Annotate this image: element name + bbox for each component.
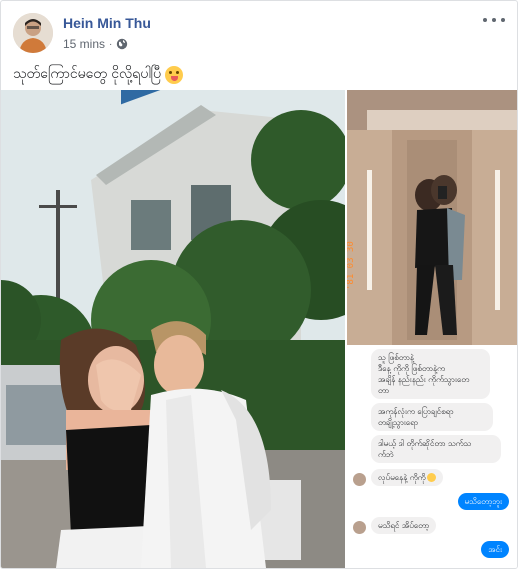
smile-emoji bbox=[427, 473, 437, 482]
post-meta: 15 mins · bbox=[63, 37, 128, 51]
meta-separator: · bbox=[109, 38, 113, 50]
post-text: သုတ်ကြောင်မတွေ ငိုလို့ရပါပြီ bbox=[13, 66, 161, 82]
chat-screenshot: သူ ဖြစ်တာနဲ့ ဒီနေ့ ကိုကို ဖြစ်တာနဲ့က အချ… bbox=[347, 347, 517, 568]
globe-icon[interactable] bbox=[116, 38, 128, 50]
chat-bubble-outgoing: မသိတော့ဘူး bbox=[457, 493, 509, 510]
svg-text:'81 03 30: '81 03 30 bbox=[347, 241, 356, 290]
chat-bubble: အကုန်လုံးက ပြောချင်စရာ တချို့သွားရော bbox=[371, 403, 493, 431]
post-message: သုတ်ကြောင်မတွေ ငိုလို့ရပါပြီ bbox=[13, 64, 183, 85]
more-options-button[interactable] bbox=[483, 13, 505, 27]
chat-avatar bbox=[353, 473, 366, 486]
chat-bubble-outgoing: အင်း bbox=[481, 541, 509, 558]
couple-outdoor-photo[interactable] bbox=[1, 90, 345, 568]
chat-bubble: လုပ်မနေနဲ့ ကိုကို bbox=[371, 469, 444, 486]
chat-avatar bbox=[353, 521, 366, 534]
chat-bubble: မသိရင် အိပ်တော့ bbox=[371, 517, 437, 534]
chat-bubble: ဒါမယ့် ဒါ တိုက်ဆိုင်တာ သက်သ က်ဘဲ bbox=[371, 435, 501, 463]
author-name[interactable]: Hein Min Thu bbox=[63, 15, 151, 31]
post-card: Hein Min Thu 15 mins · သုတ်ကြောင်မတွေ ငိ… bbox=[0, 0, 518, 569]
post-timestamp[interactable]: 15 mins bbox=[63, 37, 105, 51]
messenger-chat-screenshot-photo[interactable]: သူ ဖြစ်တာနဲ့ ဒီနေ့ ကိုကို ဖြစ်တာနဲ့က အချ… bbox=[347, 347, 517, 568]
winking-face-with-tongue-emoji bbox=[164, 65, 183, 84]
couple-mirror-selfie-photo[interactable]: '81 03 30 bbox=[347, 90, 517, 345]
chat-bubble: သူ ဖြစ်တာနဲ့ ဒီနေ့ ကိုကို ဖြစ်တာနဲ့က အချ… bbox=[371, 349, 490, 399]
more-horizontal-icon bbox=[483, 18, 487, 22]
author-avatar[interactable] bbox=[13, 13, 53, 53]
